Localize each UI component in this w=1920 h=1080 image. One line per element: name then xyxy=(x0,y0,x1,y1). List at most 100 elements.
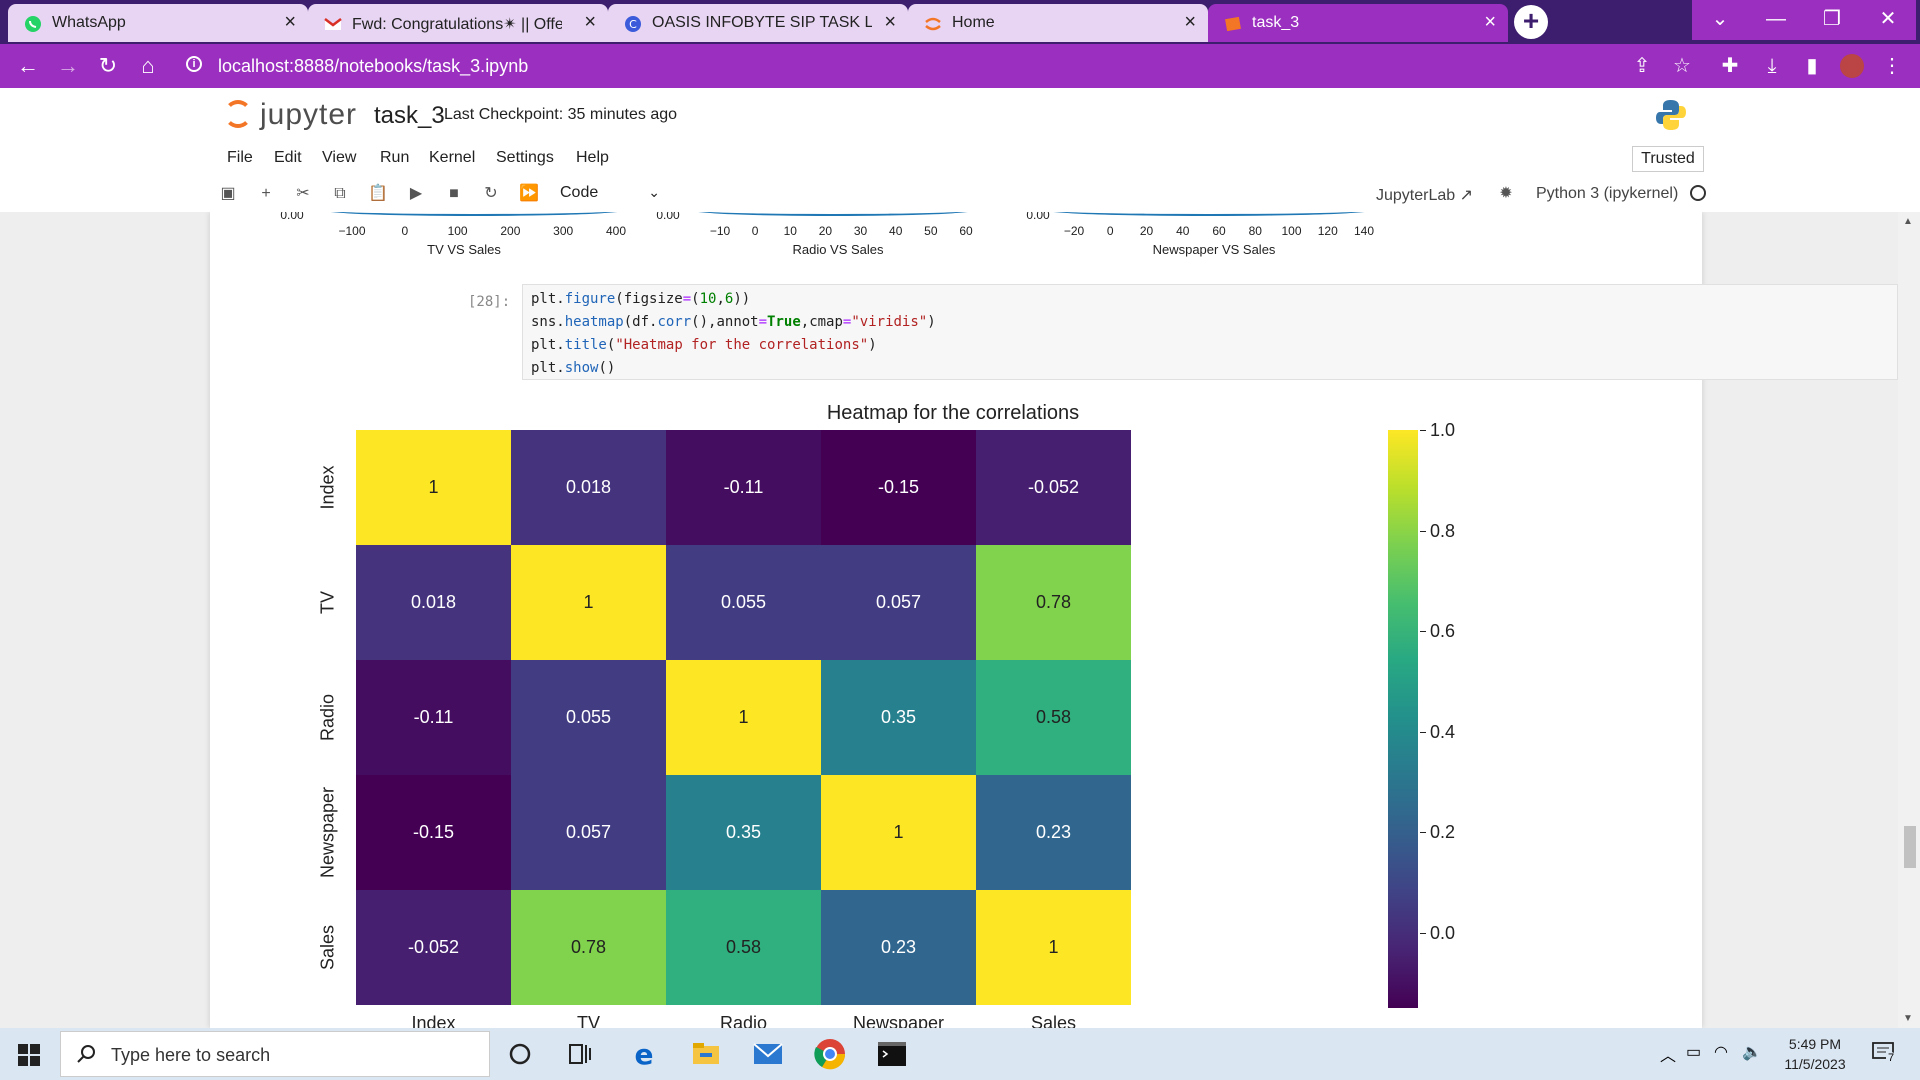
windows-taskbar: Type here to search e ︿ ▭ ◠ 🔈 5:49 PM 11… xyxy=(0,1028,1920,1080)
menu-settings[interactable]: Settings xyxy=(496,149,554,167)
code-cell-editor[interactable]: plt.figure(figsize=(10,6)) sns.heatmap(d… xyxy=(522,284,1898,380)
share-icon[interactable]: ⇪ xyxy=(1630,54,1654,78)
cortana-icon[interactable] xyxy=(502,1036,538,1072)
mail-icon[interactable] xyxy=(750,1036,786,1072)
clock-date: 11/5/2023 xyxy=(1784,1056,1846,1072)
chevron-up-icon[interactable]: ︿ xyxy=(1660,1042,1676,1066)
bookmark-star-icon[interactable]: ☆ xyxy=(1670,54,1694,78)
density-curve xyxy=(322,212,626,216)
browser-toolbar: ← → ↻ ⌂ i localhost:8888/notebooks/task_… xyxy=(0,44,1920,88)
tab-oasis[interactable]: C OASIS INFOBYTE SIP TASK LIST × xyxy=(608,4,908,42)
scroll-up-icon[interactable]: ▲ xyxy=(1903,216,1913,227)
colorbar-tick xyxy=(1420,631,1426,633)
extensions-icon[interactable]: ✚ xyxy=(1718,54,1742,78)
heatmap-annotation: -0.052 xyxy=(407,937,460,957)
add-cell-icon[interactable]: + xyxy=(256,184,276,204)
forward-icon[interactable]: → xyxy=(54,52,82,80)
notification-center-icon[interactable]: 7 xyxy=(1872,1042,1897,1064)
close-icon[interactable]: × xyxy=(1184,11,1196,34)
heatmap-annotation: 1 xyxy=(1048,937,1059,957)
menu-help[interactable]: Help xyxy=(576,149,609,167)
tab-label: Home xyxy=(952,14,995,31)
close-window-button[interactable]: ✕ xyxy=(1860,0,1916,40)
x-tick-label: −100 xyxy=(338,224,366,238)
run-icon[interactable]: ▶ xyxy=(406,184,426,204)
tab-search-icon[interactable]: ⌄ xyxy=(1692,0,1748,40)
jupyter-icon xyxy=(925,17,941,31)
windows-start-icon[interactable] xyxy=(18,1044,40,1066)
copy-icon[interactable]: ⧉ xyxy=(330,184,350,204)
task-view-icon[interactable] xyxy=(562,1036,598,1072)
minimize-button[interactable]: — xyxy=(1748,0,1804,40)
taskbar-clock[interactable]: 5:49 PM 11/5/2023 xyxy=(1770,1034,1860,1074)
colorbar-tick xyxy=(1420,731,1426,733)
svg-text:C: C xyxy=(629,18,637,31)
notebook-name[interactable]: task_3 xyxy=(374,102,445,130)
file-explorer-icon[interactable] xyxy=(688,1036,724,1072)
taskbar-search[interactable]: Type here to search xyxy=(60,1031,490,1077)
close-icon[interactable]: × xyxy=(884,11,896,34)
stop-icon[interactable]: ■ xyxy=(444,184,464,204)
tab-task3[interactable]: task_3 × xyxy=(1208,4,1508,42)
search-placeholder: Type here to search xyxy=(111,1045,271,1065)
kernel-name[interactable]: Python 3 (ipykernel) xyxy=(1536,185,1678,203)
x-tick-label: 140 xyxy=(1353,224,1375,238)
code-line: plt.show() xyxy=(531,360,616,376)
home-icon[interactable]: ⌂ xyxy=(134,52,162,80)
fast-forward-icon[interactable]: ⏩ xyxy=(519,184,539,204)
menu-kernel[interactable]: Kernel xyxy=(429,149,475,167)
chrome-icon[interactable] xyxy=(812,1036,848,1072)
download-icon[interactable]: ⤓ xyxy=(1760,54,1784,78)
restart-icon[interactable]: ↻ xyxy=(481,184,501,204)
info-icon[interactable]: i xyxy=(186,56,202,72)
menu-run[interactable]: Run xyxy=(380,149,409,167)
scrollbar-thumb[interactable] xyxy=(1904,826,1916,868)
jupyter-wordmark: jupyter xyxy=(260,98,358,131)
chevron-down-icon: ⌄ xyxy=(648,184,660,200)
more-menu-icon[interactable]: ⋮ xyxy=(1880,54,1904,78)
trusted-indicator[interactable]: Trusted xyxy=(1632,146,1704,172)
profile-avatar[interactable] xyxy=(1840,54,1864,78)
gmail-icon xyxy=(324,18,342,30)
back-icon[interactable]: ← xyxy=(14,52,42,80)
wifi-icon[interactable]: ◠ xyxy=(1714,1042,1728,1062)
cell-type-select[interactable]: Code ⌄ xyxy=(560,184,660,204)
menu-edit[interactable]: Edit xyxy=(274,149,302,167)
tab-gmail[interactable]: Fwd: Congratulations✴ || Offer × xyxy=(308,4,608,42)
scroll-down-icon[interactable]: ▼ xyxy=(1903,1013,1913,1024)
menu-file[interactable]: File xyxy=(227,149,253,167)
debugger-icon[interactable]: ✹ xyxy=(1496,184,1516,204)
colorbar xyxy=(1388,430,1418,1008)
side-panel-icon[interactable]: ▮ xyxy=(1800,54,1824,78)
terminal-icon[interactable] xyxy=(874,1036,910,1072)
close-icon[interactable]: × xyxy=(584,11,596,34)
heatmap-annotation: 1 xyxy=(428,477,439,497)
cut-icon[interactable]: ✂ xyxy=(293,184,313,204)
restore-button[interactable]: ❐ xyxy=(1804,0,1860,40)
address-bar[interactable]: i localhost:8888/notebooks/task_3.ipynb xyxy=(178,50,1698,82)
page-scrollbar[interactable]: ▲ ▼ xyxy=(1898,212,1920,1028)
edge-icon[interactable]: e xyxy=(626,1036,662,1072)
battery-icon[interactable]: ▭ xyxy=(1686,1042,1701,1062)
volume-icon[interactable]: 🔈 xyxy=(1742,1042,1762,1062)
heatmap-annotation: 0.055 xyxy=(565,707,612,727)
close-icon[interactable]: × xyxy=(284,11,296,34)
notebook-toolbar: ▣ + ✂ ⧉ 📋 ▶ ■ ↻ ⏩ Code ⌄ JupyterLab ↗ ✹ … xyxy=(0,176,1920,213)
tab-whatsapp[interactable]: WhatsApp × xyxy=(8,4,308,42)
heatmap-annotation: -0.15 xyxy=(412,822,455,842)
kernel-status-icon xyxy=(1690,185,1706,201)
whatsapp-icon xyxy=(25,16,41,32)
jupyterlab-link[interactable]: JupyterLab ↗ xyxy=(1376,185,1473,205)
x-tick-label: 0 xyxy=(401,224,409,238)
save-icon[interactable]: ▣ xyxy=(218,184,238,204)
heatmap-annotation: 1 xyxy=(893,822,904,842)
paste-icon[interactable]: 📋 xyxy=(368,184,388,204)
reload-icon[interactable]: ↻ xyxy=(94,52,122,80)
new-tab-button[interactable]: + xyxy=(1514,5,1548,39)
heatmap-annotation: 0.23 xyxy=(880,937,917,957)
tab-home[interactable]: Home × xyxy=(908,4,1208,42)
x-tick-label: 60 xyxy=(959,224,973,238)
x-tick-label: 40 xyxy=(889,224,903,238)
menu-view[interactable]: View xyxy=(322,149,356,167)
close-icon[interactable]: × xyxy=(1484,11,1496,34)
